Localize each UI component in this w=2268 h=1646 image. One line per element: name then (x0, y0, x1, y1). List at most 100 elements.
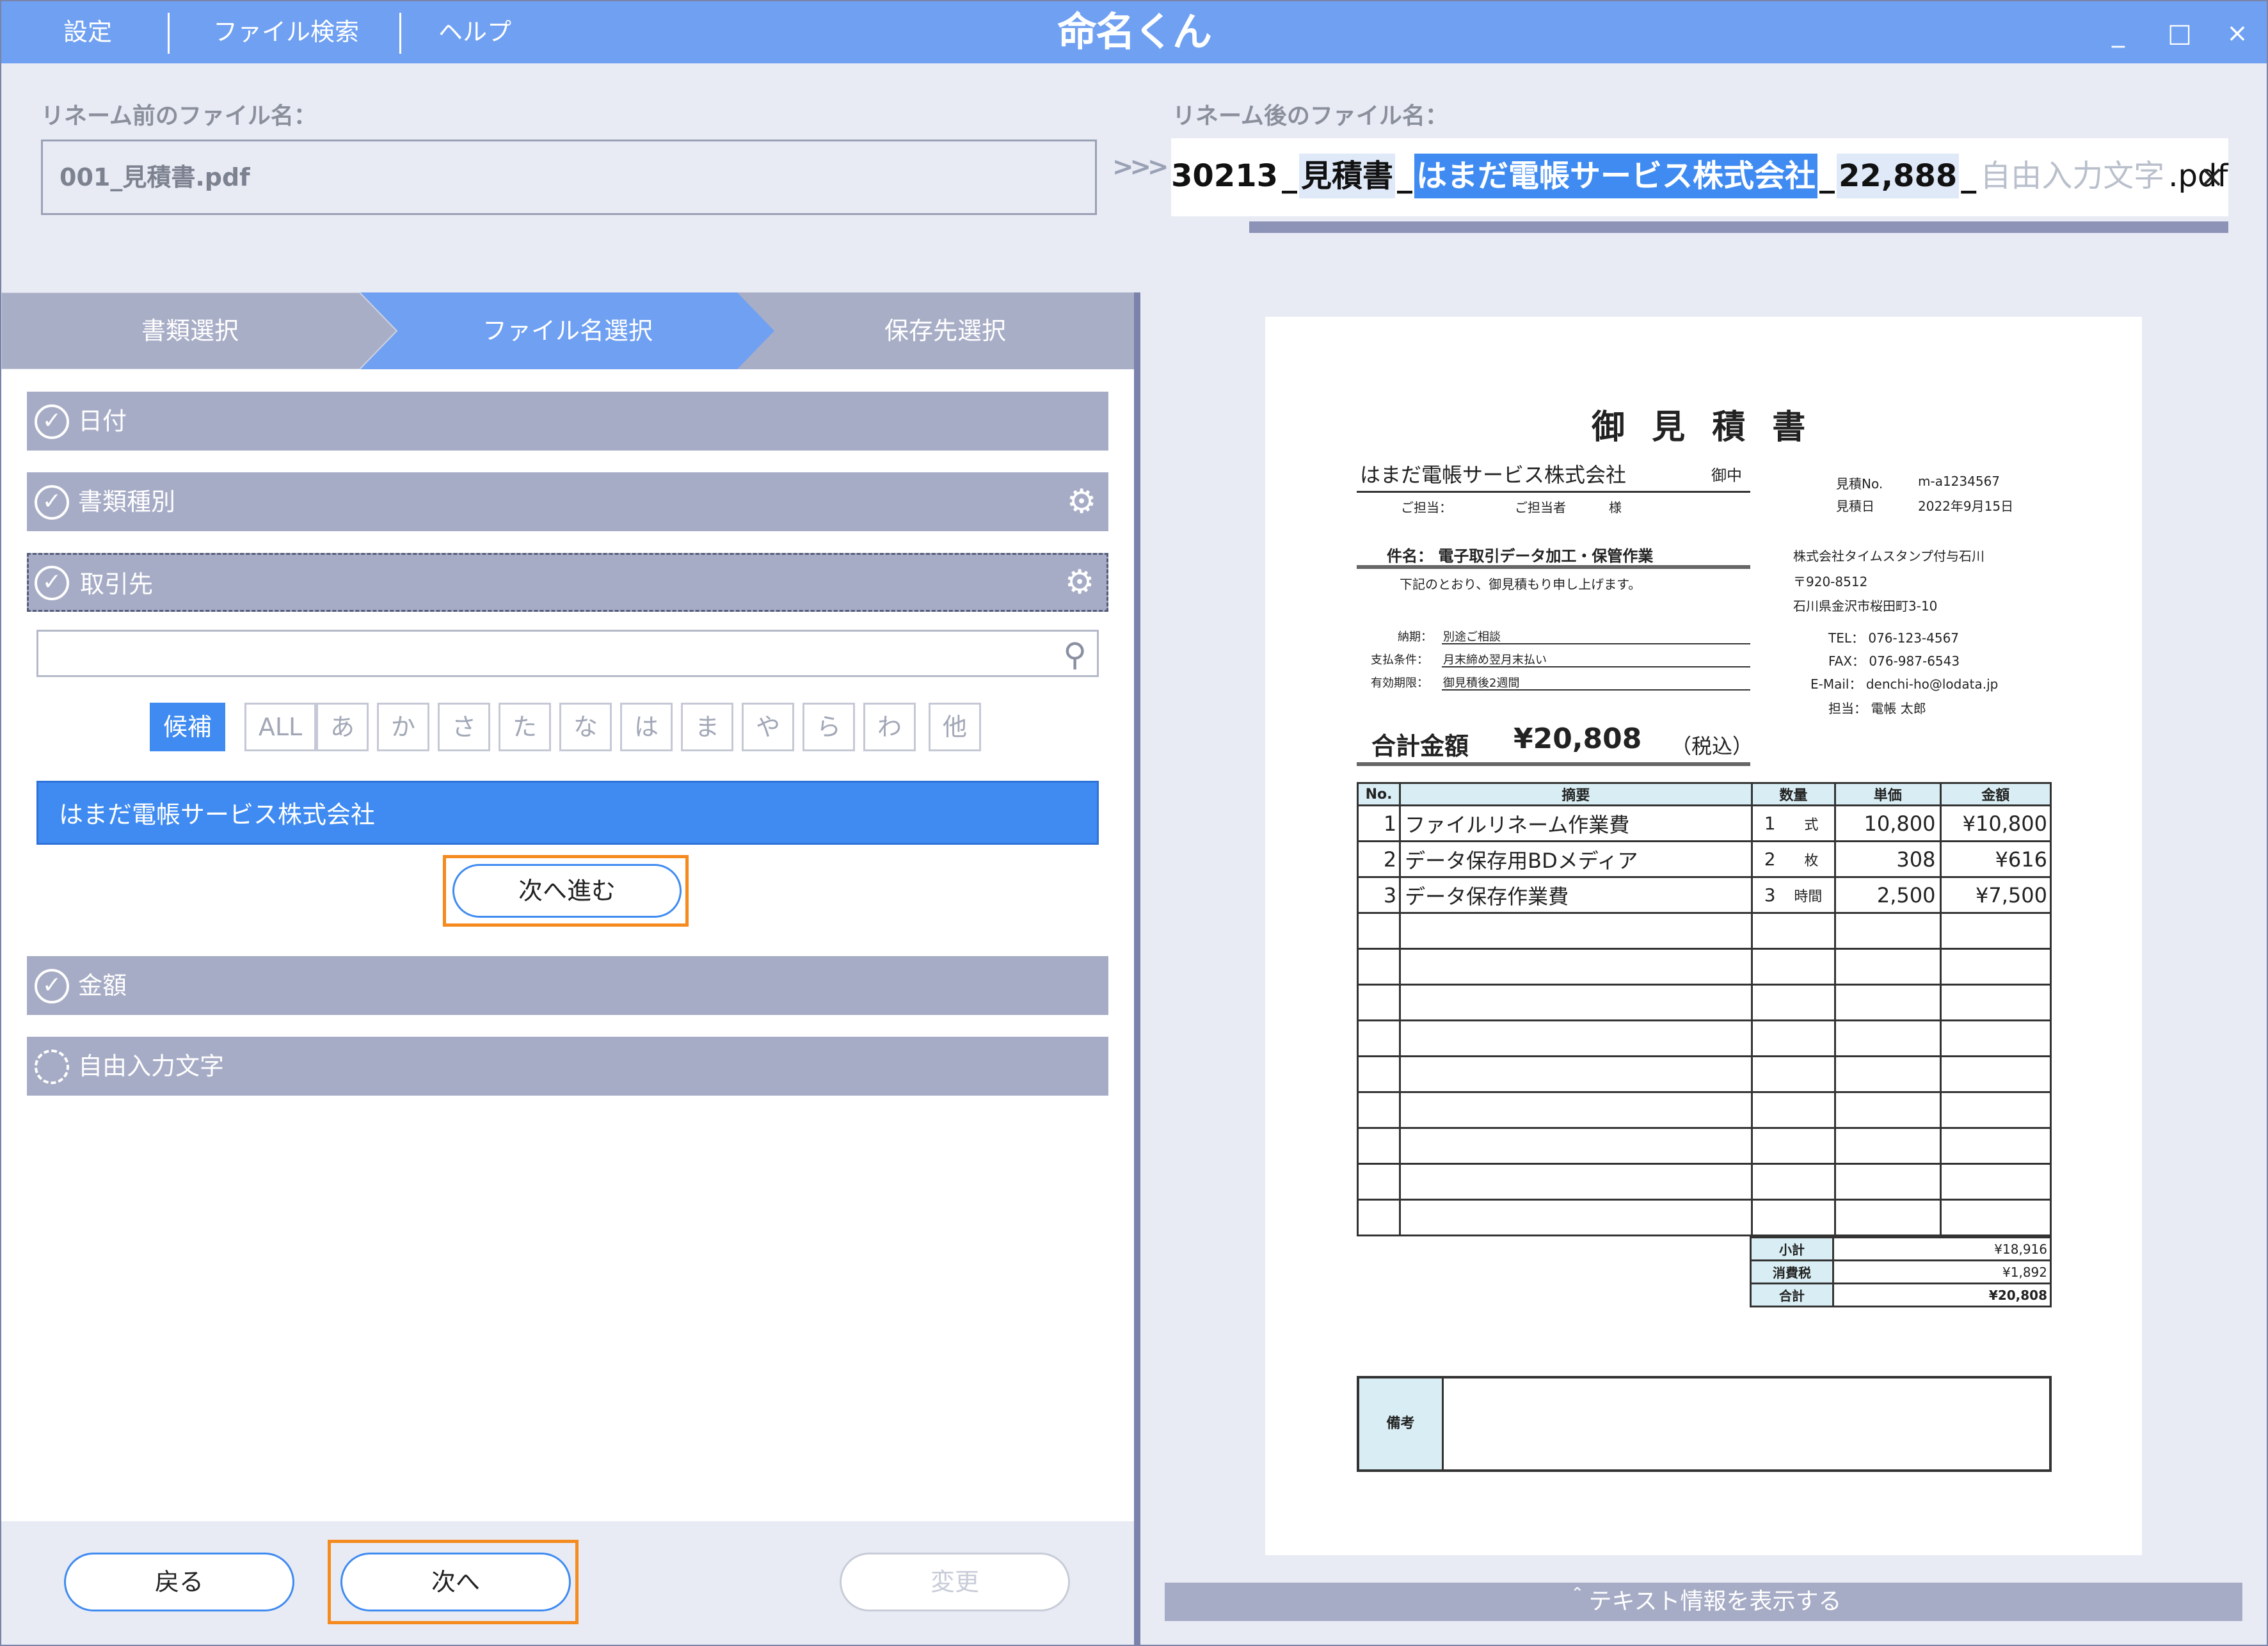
step-save-location[interactable]: 保存先選択 (756, 292, 1134, 369)
doc-total-value: ¥20,808 (1513, 723, 1642, 755)
maximize-icon[interactable]: □ (2162, 15, 2198, 51)
menu-settings[interactable]: 設定 (40, 1, 136, 63)
doc-remarks-box: 備考 (1357, 1376, 2052, 1472)
before-filename-field[interactable]: 001_見積書.pdf (41, 140, 1097, 215)
next-button[interactable]: 次へ (340, 1553, 571, 1611)
table-row: 1 ファイルリネーム作業費 1 式 10,800 ¥10,800 (1356, 804, 2052, 842)
fn-sep: _ (1819, 158, 1835, 194)
cell-amount: ¥616 (1939, 840, 2052, 878)
table-row: 2 データ保存用BDメディア 2 枚 308 ¥616 (1356, 840, 2052, 878)
doc-payment-label: 支払条件： (1371, 653, 1428, 667)
doc-client: はまだ電帳サービス株式会社 (1360, 463, 1627, 487)
pane-divider[interactable] (1134, 292, 1140, 1645)
kana-tab-wa[interactable]: わ (863, 703, 916, 751)
doc-tel: TEL： 076-123-4567 (1828, 630, 1960, 646)
back-button[interactable]: 戻る (64, 1553, 294, 1611)
step-filename-select[interactable]: ファイル名選択 (379, 292, 756, 369)
clear-filename-icon[interactable]: × (2199, 157, 2224, 196)
app-window: 設定 ファイル検索 ヘルプ 命名くん _ □ × リネーム前のファイル名： 00… (0, 0, 2268, 1646)
cell-no: 2 (1356, 840, 1402, 878)
doc-fax: FAX： 076-987-6543 (1828, 653, 1960, 669)
gear-icon[interactable]: ⚙ (1064, 484, 1099, 520)
check-icon: ✓ (35, 485, 69, 520)
before-label: リネーム前のファイル名： (41, 103, 317, 129)
table-row-empty (1356, 948, 2052, 986)
fn-doctype[interactable]: 見積書 (1299, 154, 1396, 198)
cell-amount: ¥7,500 (1939, 876, 2052, 914)
section-date[interactable]: ✓ 日付 (27, 392, 1108, 451)
table-row: 3 データ保存作業費 3 時間 2,500 ¥7,500 (1356, 876, 2052, 914)
filename-scrollbar[interactable] (1249, 221, 2228, 233)
search-icon[interactable]: ⚲ (1063, 637, 1087, 673)
fn-partner[interactable]: はまだ電帳サービス株式会社 (1414, 154, 1818, 198)
kana-tab-ma[interactable]: ま (681, 703, 733, 751)
minimize-icon[interactable]: _ (2100, 15, 2136, 51)
cell-price: 2,500 (1834, 876, 1942, 914)
table-row-empty (1356, 1127, 2052, 1165)
kana-tab-sa[interactable]: さ (438, 703, 490, 751)
section-amount[interactable]: ✓ 金額 (27, 956, 1108, 1015)
grand-value: ¥20,808 (1832, 1282, 2052, 1307)
fn-free-text[interactable]: 自由入力文字 (1978, 154, 2166, 198)
partner-search-input[interactable]: ⚲ (36, 630, 1099, 677)
menu-separator (399, 13, 401, 54)
doc-summary-table: 小計 ¥18,916 消費税 ¥1,892 合計 ¥20,808 (1749, 1236, 2052, 1307)
fn-sep: _ (1397, 158, 1413, 194)
kana-tab-na[interactable]: な (559, 703, 612, 751)
doc-items-table: No. 摘要 数量 単価 金額 1 ファイルリネーム作業費 1 式 10,800… (1356, 782, 2052, 1236)
gear-icon[interactable]: ⚙ (1062, 564, 1098, 600)
section-partner[interactable]: ✓ 取引先 ⚙ (27, 553, 1108, 612)
doc-intro: 下記のとおり、御見積もり申し上げます。 (1400, 577, 1641, 592)
kana-tab-ta[interactable]: た (499, 703, 551, 751)
doc-validity-label: 有効期限： (1371, 676, 1428, 690)
section-label: 自由入力文字 (78, 1052, 225, 1080)
check-icon: ✓ (35, 566, 69, 600)
show-text-info-button[interactable]: ＾テキスト情報を表示する (1165, 1583, 2242, 1621)
step-bar: 書類選択 ファイル名選択 保存先選択 (1, 292, 1134, 369)
cell-price: 308 (1834, 840, 1942, 878)
cell-qty: 1 式 (1750, 804, 1837, 842)
kana-tab-other[interactable]: 他 (929, 703, 981, 751)
doc-quote-no-label: 見積No. (1836, 476, 1883, 491)
kana-tab-a[interactable]: あ (316, 703, 369, 751)
kana-tab-ra[interactable]: ら (803, 703, 855, 751)
table-row-empty (1356, 1055, 2052, 1093)
section-label: 書類種別 (78, 488, 176, 516)
kana-tab-all[interactable]: ALL (244, 703, 316, 751)
col-header: 単価 (1834, 782, 1942, 806)
cell-no: 3 (1356, 876, 1402, 914)
section-doctype[interactable]: ✓ 書類種別 ⚙ (27, 472, 1108, 531)
fn-date[interactable]: 30213 (1171, 154, 1280, 198)
table-row-empty (1356, 1199, 2052, 1236)
divider (1442, 643, 1750, 644)
candidate-item[interactable]: はまだ電帳サービス株式会社 (36, 781, 1099, 845)
after-filename-preview: 30213 _ 見積書 _ はまだ電帳サービス株式会社 _ 22,888 _ 自由入力文字 .pd… (1171, 154, 2230, 198)
menu-file-search[interactable]: ファイル検索 (200, 1, 372, 63)
fn-amount[interactable]: 22,888 (1837, 154, 1960, 198)
close-icon[interactable]: × (2219, 15, 2255, 51)
menu-help[interactable]: ヘルプ (427, 1, 523, 63)
next-step-button[interactable]: 次へ進む (452, 864, 682, 918)
fn-sep: _ (1282, 158, 1297, 194)
remarks-label: 備考 (1359, 1378, 1444, 1469)
divider (1442, 666, 1750, 667)
kana-tab-ya[interactable]: や (742, 703, 794, 751)
cell-price: 10,800 (1834, 804, 1942, 842)
doc-address: 石川県金沢市桜田町3-10 (1793, 598, 1938, 614)
check-icon: ✓ (35, 969, 69, 1003)
doc-issuer: 株式会社タイムスタンプ付与石川 (1793, 548, 1984, 564)
kana-tab-candidates[interactable]: 候補 (150, 703, 225, 751)
change-button[interactable]: 変更 (840, 1553, 1070, 1611)
doc-tanto-label: ご担当： (1401, 500, 1452, 515)
doc-title: 御 見 積 書 (1592, 408, 1814, 447)
col-header: 金額 (1939, 782, 2052, 806)
divider (1357, 491, 1750, 493)
kana-tab-ha[interactable]: は (620, 703, 673, 751)
doc-quote-date-label: 見積日 (1836, 499, 1874, 514)
kana-tab-ka[interactable]: か (377, 703, 429, 751)
section-free-text[interactable]: 自由入力文字 (27, 1037, 1108, 1096)
after-filename-field[interactable]: 30213 _ 見積書 _ はまだ電帳サービス株式会社 _ 22,888 _ 自由入力文字 .pd… (1171, 138, 2228, 216)
tax-value: ¥1,892 (1832, 1259, 2052, 1284)
step-doc-select[interactable]: 書類選択 (1, 292, 379, 369)
subtotal-label: 小計 (1749, 1236, 1835, 1261)
